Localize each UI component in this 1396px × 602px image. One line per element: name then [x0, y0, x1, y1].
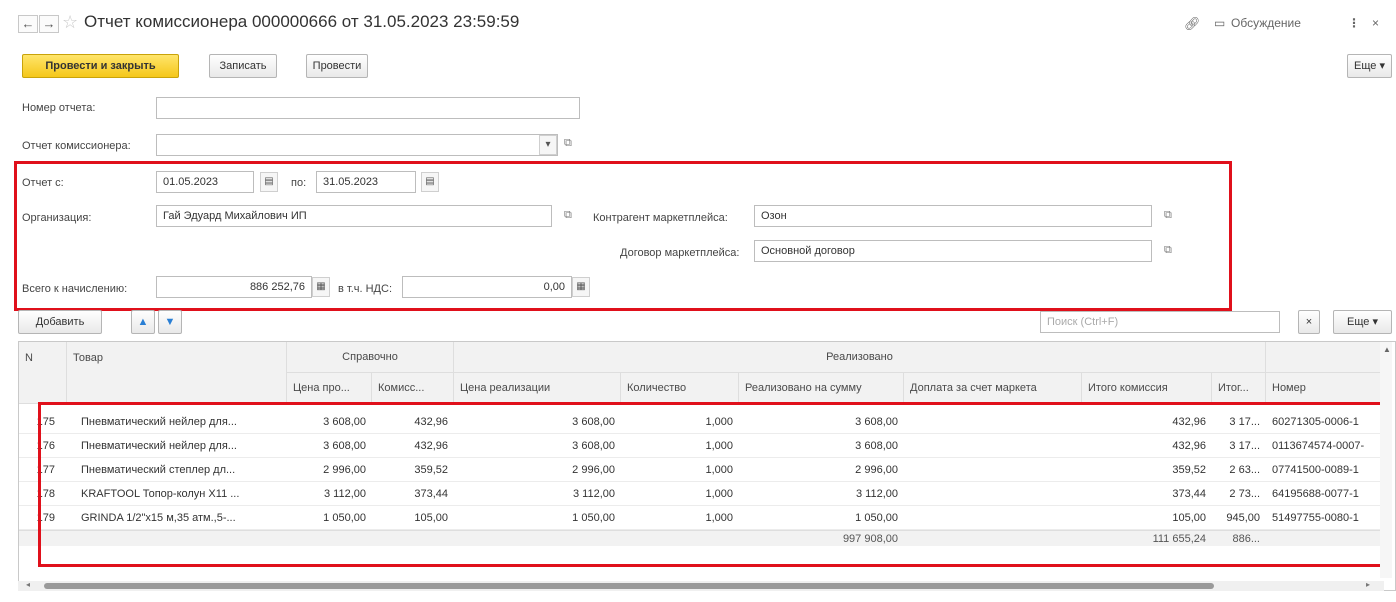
open-link-icon[interactable]: ⧉ — [1164, 244, 1172, 257]
column-header-price-sale[interactable]: Цена про... — [287, 373, 372, 404]
post-button[interactable]: Провести — [306, 54, 368, 78]
column-header-n[interactable]: N — [19, 342, 67, 404]
group-header-empty — [1266, 342, 1381, 373]
column-header-sold-amount[interactable]: Реализовано на сумму — [739, 373, 904, 404]
horizontal-scroll-thumb[interactable] — [44, 583, 1214, 589]
organization-label: Организация: — [22, 212, 92, 224]
column-header-product[interactable]: Товар — [67, 342, 287, 404]
period-from-field[interactable]: 01.05.2023 — [156, 171, 254, 193]
post-and-close-button[interactable]: Провести и закрыть — [22, 54, 179, 78]
open-link-icon[interactable]: ⧉ — [564, 209, 572, 222]
favorite-star-icon[interactable]: ☆ — [62, 12, 78, 33]
report-number-label: Номер отчета: — [22, 102, 96, 114]
column-header-number[interactable]: Номер — [1266, 373, 1381, 404]
forward-button[interactable]: → — [39, 15, 59, 33]
report-number-field[interactable] — [156, 97, 580, 119]
table-more-button[interactable]: Еще ▾ — [1333, 310, 1392, 334]
move-up-icon[interactable]: ▲ — [131, 310, 155, 334]
calendar-icon[interactable]: ▤ — [260, 172, 278, 192]
back-button[interactable]: ← — [18, 15, 38, 33]
move-down-icon[interactable]: ▼ — [158, 310, 182, 334]
total-accrual-field[interactable]: 886 252,76 — [156, 276, 312, 298]
discussion-button[interactable]: Обсуждение — [1231, 16, 1301, 30]
search-input[interactable]: Поиск (Ctrl+F) — [1040, 311, 1280, 333]
marketplace-contractor-label: Контрагент маркетплейса: — [593, 212, 728, 224]
dropdown-icon[interactable]: ▾ — [539, 135, 557, 155]
period-to-field[interactable]: 31.05.2023 — [316, 171, 416, 193]
vat-field[interactable]: 0,00 — [402, 276, 572, 298]
close-icon[interactable]: × — [1372, 16, 1379, 30]
marketplace-contract-field[interactable]: Основной договор — [754, 240, 1152, 262]
commissioner-report-label: Отчет комиссионера: — [22, 140, 131, 152]
column-header-commission[interactable]: Комисс... — [372, 373, 454, 404]
clear-search-button[interactable]: × — [1298, 310, 1320, 334]
save-button[interactable]: Записать — [209, 54, 277, 78]
column-header-marketplace-surcharge[interactable]: Доплата за счет маркета — [904, 373, 1082, 404]
marketplace-contractor-field[interactable]: Озон — [754, 205, 1152, 227]
calendar-icon[interactable]: ▤ — [421, 172, 439, 192]
more-menu-icon[interactable]: ⋮ — [1348, 16, 1360, 30]
more-button[interactable]: Еще ▾ — [1347, 54, 1392, 78]
open-link-icon[interactable]: ⧉ — [564, 137, 572, 150]
calculator-icon[interactable]: ▦ — [312, 277, 330, 297]
vertical-scrollbar[interactable] — [1380, 342, 1392, 578]
scroll-up-icon[interactable]: ▲ — [1383, 345, 1391, 354]
calculator-icon[interactable]: ▦ — [572, 277, 590, 297]
period-from-label: Отчет с: — [22, 177, 64, 189]
link-icon[interactable]: 🔗︎ — [1184, 16, 1201, 32]
scroll-left-icon[interactable]: ◂ — [26, 580, 30, 589]
group-header-sold: Реализовано — [454, 342, 1266, 373]
scroll-right-icon[interactable]: ▸ — [1366, 580, 1370, 589]
group-header-reference: Справочно — [287, 342, 454, 373]
commissioner-report-field[interactable] — [156, 134, 558, 156]
column-header-quantity[interactable]: Количество — [621, 373, 739, 404]
column-header-total-commission[interactable]: Итого комиссия — [1082, 373, 1212, 404]
add-row-button[interactable]: Добавить — [18, 310, 102, 334]
total-accrual-label: Всего к начислению: — [22, 283, 128, 295]
marketplace-contract-label: Договор маркетплейса: — [620, 247, 740, 259]
highlight-frame-rows — [38, 402, 1388, 567]
vat-label: в т.ч. НДС: — [338, 283, 393, 295]
discussion-icon[interactable]: ▭ — [1214, 16, 1225, 30]
column-header-total[interactable]: Итог... — [1212, 373, 1266, 404]
page-title: Отчет комиссионера 000000666 от 31.05.20… — [84, 12, 520, 31]
period-to-label: по: — [291, 177, 307, 189]
open-link-icon[interactable]: ⧉ — [1164, 209, 1172, 222]
column-header-sale-price[interactable]: Цена реализации — [454, 373, 621, 404]
organization-field[interactable]: Гай Эдуард Михайлович ИП — [156, 205, 552, 227]
